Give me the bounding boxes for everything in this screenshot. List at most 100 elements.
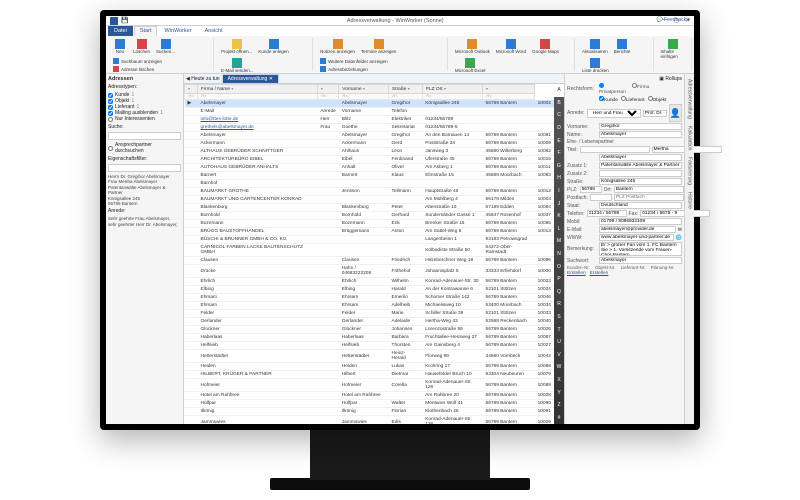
alpha-letter[interactable]: N <box>554 248 564 261</box>
grid-header[interactable]: ▾ <box>317 85 338 94</box>
alpha-letter[interactable]: M <box>554 235 564 248</box>
grid-header[interactable]: ▾ <box>185 85 198 94</box>
alpha-letter[interactable]: R <box>554 298 564 311</box>
rollups-toggle[interactable]: ▣ Rollups <box>567 76 682 82</box>
alpha-letter[interactable]: W <box>554 361 564 374</box>
grid-header[interactable]: PLZ Ort ▾ <box>422 85 482 94</box>
table-row[interactable]: AckermannAckermannGerdPoststraße 3456789… <box>185 140 555 148</box>
table-row[interactable]: E-MailAnredeVornameTelefon <box>185 108 555 116</box>
avatar-placeholder[interactable]: 👤 <box>669 104 682 122</box>
edge-tab[interactable]: Historie <box>687 190 693 211</box>
ribbon-tab[interactable]: Start <box>134 26 158 36</box>
table-row[interactable]: Barnhof <box>185 180 555 188</box>
table-row[interactable]: grethels@abelsmayer.deFrauGoetheSekretar… <box>185 124 555 132</box>
edge-tab[interactable]: Adressverwaltung <box>687 77 693 121</box>
alpha-letter[interactable]: O <box>554 260 564 273</box>
ribbon-button[interactable]: Berichte <box>612 38 633 55</box>
grid-header[interactable]: ▾ <box>483 85 535 94</box>
titel2-input[interactable] <box>580 146 650 153</box>
ribbon-tab[interactable]: Ansicht <box>199 26 229 36</box>
email-send-icon[interactable]: ✉ <box>678 227 682 233</box>
table-row[interactable]: GerlanderGerlanderAdelaideHertha-Weg 435… <box>185 318 555 326</box>
qat-save-icon[interactable]: 💾 <box>121 17 128 24</box>
table-row[interactable]: ▶AbelsmayerAbelsmayerGregihorKönigsallee… <box>185 100 555 108</box>
props-input[interactable] <box>108 164 181 172</box>
staat-input[interactable] <box>599 202 682 209</box>
alpha-letter[interactable]: T <box>554 323 564 336</box>
name2-input[interactable] <box>599 154 682 161</box>
ribbon-button[interactable]: Kunde anlegen <box>256 38 290 55</box>
create-link-1[interactable]: Erstellen <box>567 271 586 276</box>
ribbon-button-small[interactable]: Adresse löschen <box>111 65 164 73</box>
titel-input[interactable] <box>643 110 667 117</box>
table-row[interactable]: CARNICOL FARBEN LACKE BAUTENSCHUTZ GMBHK… <box>185 244 555 257</box>
ribbon-button[interactable]: Microsoft Excel <box>453 57 488 74</box>
table-row[interactable]: BozemannBozemannErikBrenker Straße 15567… <box>185 220 555 228</box>
table-row[interactable]: ElbingElbingHaraldAn der Kontrawanne 652… <box>185 286 555 294</box>
alpha-letter[interactable]: L <box>554 223 564 236</box>
postfach-plz-input[interactable] <box>614 194 684 201</box>
telefon-input[interactable] <box>587 210 627 217</box>
table-row[interactable]: BlankenburgBlankenburgPeterAltenstraße 1… <box>185 204 555 212</box>
grid-header[interactable]: Firma / Name ▾ <box>198 85 318 94</box>
alpha-letter[interactable]: F <box>554 147 564 160</box>
table-row[interactable]: ClausenClausenFriedrichHelmberchner Weg … <box>185 257 555 265</box>
table-row[interactable]: Hotel am RahbreeHotel am RahbreeAm Rahbr… <box>185 392 555 400</box>
ribbon-button[interactable]: Inhalte einfügen <box>659 38 688 60</box>
table-row[interactable]: ARCHITEKTURBÜRO EIBELEibelFerdinandUfers… <box>185 156 555 164</box>
search-input[interactable] <box>108 132 181 140</box>
rechtsform-radios[interactable]: Privatperson Firma <box>599 83 662 95</box>
table-row[interactable]: HILBERT, KRÜGER & PARTNERHilbertDietmarH… <box>185 371 555 379</box>
table-row[interactable]: GlocknerGlocknerJohannesLorenzostraße 56… <box>185 326 555 334</box>
table-row[interactable]: AbelsmayerAbelsmayerGregihorAn den Borna… <box>185 132 555 140</box>
ribbon-button[interactable]: Notizen anzeigen <box>318 38 357 55</box>
postfach-input[interactable] <box>590 194 612 201</box>
ribbon-button[interactable]: Microsoft Outlook <box>453 38 492 55</box>
feedback-link[interactable]: 💬 Feedback ▾ <box>657 17 691 23</box>
ribbon-button[interactable]: Google Maps <box>530 38 561 55</box>
fax-input[interactable] <box>640 210 710 217</box>
grid-header[interactable]: Straße ▾ <box>389 85 423 94</box>
table-row[interactable]: HaberlaasHaberlaasBarbaraFruchtallee-Hes… <box>185 334 555 342</box>
plz-input[interactable] <box>580 186 602 193</box>
anrede-select[interactable]: Herr und Frau <box>587 109 641 118</box>
ribbon-button-small[interactable]: Weitere Datenfelder anzeigen <box>318 57 389 65</box>
table-row[interactable]: FelderFelderMarieSchiller Straße 3952101… <box>185 310 555 318</box>
mobil-input[interactable] <box>599 218 682 225</box>
zusatz1-input[interactable] <box>599 162 682 169</box>
zusatz2-input[interactable] <box>599 170 682 177</box>
table-row[interactable]: BRÜGG BAUSTOFFHANDELBrüggemannAntonAm Sa… <box>185 228 555 236</box>
table-row[interactable]: EhrsamEhrsamEmeriloSchomer Straße 142567… <box>185 294 555 302</box>
www-input[interactable] <box>599 234 674 241</box>
table-row[interactable]: ALTHAUS GEBRÜDER SCHNITTGERAhlhausLeonJa… <box>185 148 555 156</box>
alpha-letter[interactable]: Y <box>554 386 564 399</box>
ribbon-button[interactable]: Microsoft Word <box>494 38 528 55</box>
www-open-icon[interactable]: 🌐 <box>676 235 682 241</box>
alpha-letter[interactable]: J <box>554 197 564 210</box>
alpha-letter[interactable]: S <box>554 311 564 324</box>
ribbon-button[interactable]: Aktualisieren <box>580 38 610 55</box>
grid-header[interactable]: Vorname ▾ <box>339 85 389 94</box>
table-row[interactable]: HelfsiebHelfsiebThorstenAm Gainsberg 456… <box>185 342 555 350</box>
ort-input[interactable] <box>614 186 684 193</box>
table-row[interactable]: BAUMARKT UND GARTENCENTER KONRADAm Mühlb… <box>185 196 555 204</box>
table-row[interactable]: BAUMARKT GROTHEJenssonTellmannHauptstraß… <box>185 188 555 196</box>
alpha-letter[interactable]: G <box>554 160 564 173</box>
alpha-letter[interactable]: E <box>554 134 564 147</box>
table-row[interactable]: BornholdBornholdGerhardSundersänder Gass… <box>185 212 555 220</box>
alpha-letter[interactable]: P <box>554 273 564 286</box>
strasse-input[interactable] <box>599 178 682 185</box>
prop-filter-check[interactable]: Ansprechpartner durchsuchen <box>108 142 181 154</box>
alpha-index[interactable]: ABCDEFGHIJKLMNOPQRSTUVWXYZ# <box>554 84 564 424</box>
table-row[interactable]: info@ttes-lotte.deHerrBlitzElektriker012… <box>185 116 555 124</box>
ribbon-button[interactable]: Projekt öffnen... <box>219 38 254 55</box>
ribbon-button-small[interactable]: Suchbaum anzeigen <box>111 57 164 65</box>
alpha-letter[interactable]: C <box>554 109 564 122</box>
alpha-letter[interactable]: H <box>554 172 564 185</box>
ribbon-tab[interactable]: WinWorker <box>158 26 197 36</box>
ribbon-tab-file[interactable]: Datei <box>108 26 133 36</box>
table-row[interactable]: DrückeHahn / 04683222209FrithehofJohanni… <box>185 265 555 278</box>
ribbon-button[interactable]: Suchen... <box>154 38 177 55</box>
bemerkung-input[interactable] <box>599 242 682 256</box>
table-row[interactable]: AUTOHAUS GEBRÜDER ANHALTSAnhaltOliverAm … <box>185 164 555 172</box>
